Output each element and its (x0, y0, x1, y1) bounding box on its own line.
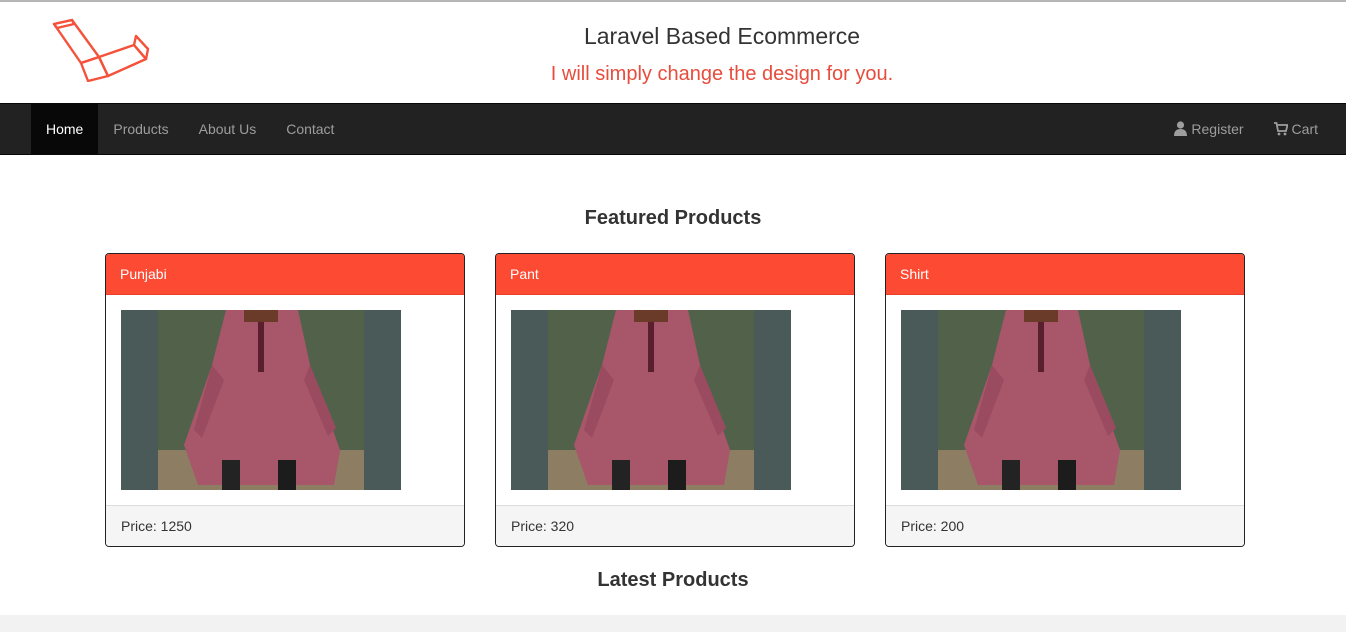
product-body (106, 295, 464, 506)
product-price: Price: 200 (886, 506, 1244, 546)
site-header: Laravel Based Ecommerce I will simply ch… (0, 2, 1346, 103)
register-link[interactable]: Register (1159, 104, 1258, 154)
product-name: Punjabi (106, 254, 464, 295)
user-icon (1174, 121, 1188, 136)
product-card[interactable]: Shirt Price: 200 (885, 253, 1245, 547)
product-card[interactable]: Punjabi Price: 1250 (105, 253, 465, 547)
product-price: Price: 1250 (106, 506, 464, 546)
shopping-cart-icon (1273, 122, 1288, 136)
nav-about-link[interactable]: About Us (184, 104, 272, 154)
site-tagline: I will simply change the design for you. (550, 63, 894, 85)
product-image[interactable] (511, 310, 791, 490)
product-photo-kurta (158, 310, 364, 490)
product-photo-kurta (548, 310, 754, 490)
product-body (886, 295, 1244, 506)
cart-label: Cart (1291, 121, 1318, 137)
product-card[interactable]: Pant Price: 320 (495, 253, 855, 547)
nav-home-link[interactable]: Home (31, 104, 99, 154)
product-image[interactable] (901, 310, 1181, 490)
site-title: Laravel Based Ecommerce (583, 23, 861, 49)
cart-link[interactable]: Cart (1259, 104, 1333, 154)
latest-products-heading: Latest Products (597, 569, 749, 591)
nav-right-group: Register Cart (1159, 104, 1333, 154)
nav-contact-link[interactable]: Contact (271, 104, 349, 154)
product-photo-kurta (938, 310, 1144, 490)
product-name: Shirt (886, 254, 1244, 295)
nav-left-group: Home Products About Us Contact (31, 104, 349, 154)
product-price: Price: 320 (496, 506, 854, 546)
product-body (496, 295, 854, 506)
page-bottom-strip (0, 615, 1346, 632)
product-image[interactable] (121, 310, 401, 490)
register-label: Register (1191, 121, 1244, 137)
main-navbar: Home Products About Us Contact Register … (0, 103, 1346, 155)
featured-products-heading: Featured Products (584, 207, 762, 229)
product-name: Pant (496, 254, 854, 295)
nav-products-link[interactable]: Products (98, 104, 183, 154)
